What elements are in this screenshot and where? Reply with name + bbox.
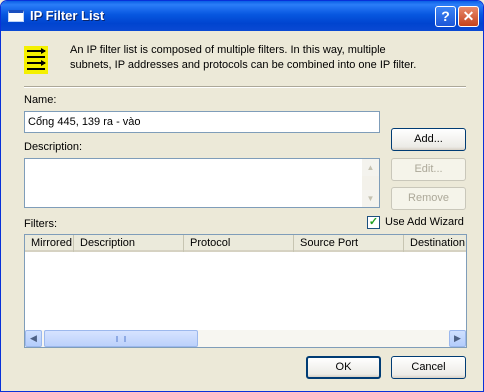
grip-icon	[116, 336, 126, 342]
column-header-source-port[interactable]: Source Port	[294, 235, 404, 252]
ok-button[interactable]: OK	[306, 356, 381, 379]
add-button[interactable]: Add...	[391, 128, 466, 151]
separator	[24, 86, 466, 88]
name-label: Name:	[24, 94, 57, 106]
filters-list[interactable]: Mirrored Description Protocol Source Por…	[24, 234, 467, 348]
filters-label: Filters:	[24, 218, 57, 230]
help-button[interactable]: ?	[435, 6, 456, 27]
scrollbar-thumb[interactable]	[44, 330, 198, 347]
description-scrollbar[interactable]: ▲ ▼	[362, 159, 379, 207]
ip-filter-list-dialog: IP Filter List ? ✕ An IP filter list is …	[0, 0, 484, 392]
column-header-description[interactable]: Description	[74, 235, 184, 252]
use-add-wizard-label[interactable]: Use Add Wizard	[385, 216, 464, 228]
scroll-left-icon[interactable]: ◀	[25, 330, 42, 347]
description-label: Description:	[24, 141, 83, 153]
description-textarea[interactable]: ▲ ▼	[24, 158, 380, 208]
close-button[interactable]: ✕	[458, 6, 479, 27]
column-header-destination[interactable]: Destination	[404, 235, 466, 252]
column-header-mirrored[interactable]: Mirrored	[25, 235, 74, 252]
edit-button[interactable]: Edit...	[391, 158, 466, 181]
scroll-right-icon[interactable]: ▶	[449, 330, 466, 347]
filter-list-icon	[24, 46, 48, 74]
scroll-down-icon[interactable]: ▼	[362, 190, 379, 207]
window-title: IP Filter List	[30, 8, 105, 23]
column-header-protocol[interactable]: Protocol	[184, 235, 294, 252]
use-add-wizard-checkbox[interactable]: ✓	[367, 216, 380, 229]
title-bar[interactable]: IP Filter List ? ✕	[1, 1, 483, 31]
filters-horizontal-scrollbar[interactable]: ◀ ▶	[25, 330, 466, 347]
cancel-button[interactable]: Cancel	[391, 356, 466, 379]
intro-text: An IP filter list is composed of multipl…	[70, 44, 417, 71]
name-input[interactable]	[24, 111, 380, 133]
remove-button[interactable]: Remove	[391, 187, 466, 210]
filters-list-header: Mirrored Description Protocol Source Por…	[25, 235, 466, 252]
window-icon	[8, 10, 24, 22]
scroll-up-icon[interactable]: ▲	[362, 159, 379, 176]
dialog-body: An IP filter list is composed of multipl…	[1, 31, 483, 391]
